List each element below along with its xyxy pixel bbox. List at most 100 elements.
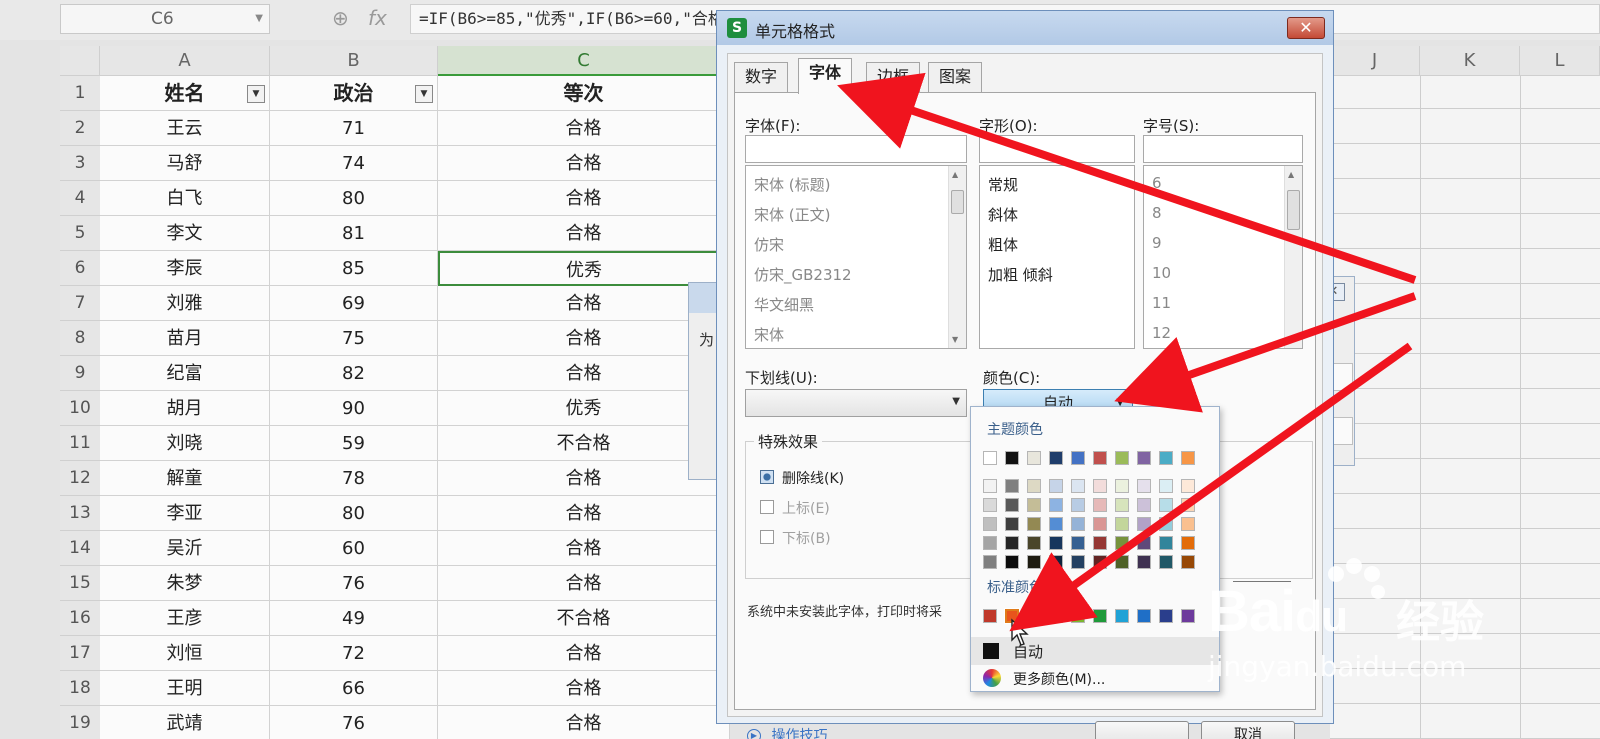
filter-dropdown-icon[interactable]: ▼ [415,85,433,103]
grade-cell[interactable]: 合格 [438,181,730,216]
column-header-a[interactable]: A [100,46,270,76]
row-number[interactable]: 16 [60,601,100,636]
grade-cell[interactable]: 合格 [438,531,730,566]
theme-shade-swatch[interactable] [1027,479,1041,493]
name-cell[interactable]: 王彦 [100,601,270,636]
theme-shade-swatch[interactable] [1071,517,1085,531]
list-item[interactable]: 仿宋 [754,234,784,255]
select-all-corner[interactable] [60,46,100,76]
name-cell[interactable]: 刘晓 [100,426,270,461]
row-number[interactable]: 9 [60,356,100,391]
name-box[interactable]: C6 ▼ [60,4,270,34]
row-number[interactable]: 7 [60,286,100,321]
tab-font[interactable]: 字体 [798,58,853,94]
score-cell[interactable]: 76 [270,566,438,601]
subscript-checkbox[interactable] [760,530,774,544]
list-item[interactable]: 6 [1152,174,1162,192]
theme-shade-swatch[interactable] [1159,517,1173,531]
theme-color-swatch[interactable] [983,451,997,465]
tab-pattern[interactable]: 图案 [928,62,983,92]
score-cell[interactable]: 76 [270,706,438,739]
name-cell[interactable]: 纪富 [100,356,270,391]
theme-shade-swatch[interactable] [1071,479,1085,493]
theme-shade-swatch[interactable] [1027,517,1041,531]
ok-button[interactable] [1095,721,1189,739]
font-list-scrollbar[interactable]: ▲ ▼ [948,166,966,348]
auto-color-option[interactable]: 自动 [971,637,1219,665]
theme-shade-swatch[interactable] [1071,555,1085,569]
list-item[interactable]: 11 [1152,294,1171,312]
list-item[interactable]: 宋体 [754,324,784,345]
strikethrough-checkbox[interactable] [760,470,774,484]
tab-border[interactable]: 边框 [866,62,921,92]
scrollbar-thumb[interactable] [951,190,964,214]
theme-shade-swatch[interactable] [1027,536,1041,550]
theme-shade-swatch[interactable] [1137,498,1151,512]
theme-shade-swatch[interactable] [1005,479,1019,493]
column-header-b[interactable]: B [270,46,438,76]
score-cell[interactable]: 81 [270,216,438,251]
score-cell[interactable]: 72 [270,636,438,671]
score-cell[interactable]: 80 [270,181,438,216]
column-header-l[interactable]: L [1520,46,1600,76]
size-input[interactable] [1143,135,1303,163]
standard-color-swatch[interactable] [1115,609,1129,623]
more-colors-option[interactable]: 更多颜色(M)... [971,667,1219,691]
theme-shade-swatch[interactable] [1181,498,1195,512]
list-item[interactable]: 宋体 (正文) [754,204,830,225]
style-input[interactable] [979,135,1135,163]
theme-shade-swatch[interactable] [1049,498,1063,512]
grade-cell[interactable]: 合格 [438,461,730,496]
theme-shade-swatch[interactable] [1137,479,1151,493]
grade-cell[interactable]: 不合格 [438,426,730,461]
row-number[interactable]: 12 [60,461,100,496]
underline-dropdown[interactable]: ▼ [745,389,967,417]
score-cell[interactable]: 80 [270,496,438,531]
scroll-up-icon[interactable]: ▲ [1288,170,1294,179]
score-cell[interactable]: 71 [270,111,438,146]
table-cell[interactable]: 政治 ▼ [270,76,438,111]
scrollbar-thumb[interactable] [1287,190,1300,230]
theme-shade-swatch[interactable] [1027,555,1041,569]
table-cell[interactable]: 姓名 ▼ [100,76,270,111]
theme-color-swatch[interactable] [1093,451,1107,465]
fx-icon[interactable]: fx [368,6,387,30]
standard-color-swatch[interactable] [1137,609,1151,623]
theme-shade-swatch[interactable] [983,536,997,550]
score-cell[interactable]: 69 [270,286,438,321]
list-item[interactable]: 粗体 [988,234,1018,255]
grade-cell[interactable]: 优秀 [438,251,730,286]
scroll-down-icon[interactable]: ▼ [1288,335,1294,344]
theme-shade-swatch[interactable] [1115,517,1129,531]
filter-dropdown-icon[interactable]: ▼ [247,85,265,103]
theme-shade-swatch[interactable] [1071,536,1085,550]
theme-color-swatch[interactable] [1115,451,1129,465]
row-number[interactable]: 14 [60,531,100,566]
score-cell[interactable]: 59 [270,426,438,461]
list-item[interactable]: 9 [1152,234,1162,252]
theme-shade-swatch[interactable] [1049,479,1063,493]
theme-shade-swatch[interactable] [1093,517,1107,531]
theme-color-swatch[interactable] [1181,451,1195,465]
name-cell[interactable]: 李亚 [100,496,270,531]
list-item[interactable]: 斜体 [988,204,1018,225]
theme-color-swatch[interactable] [1071,451,1085,465]
list-item[interactable]: 华文细黑 [754,294,814,315]
theme-shade-swatch[interactable] [1071,498,1085,512]
name-cell[interactable]: 白飞 [100,181,270,216]
name-cell[interactable]: 李辰 [100,251,270,286]
theme-shade-swatch[interactable] [1181,517,1195,531]
name-cell[interactable]: 解童 [100,461,270,496]
theme-shade-swatch[interactable] [1005,555,1019,569]
row-number[interactable]: 5 [60,216,100,251]
theme-color-swatch[interactable] [1137,451,1151,465]
grade-cell[interactable]: 优秀 [438,391,730,426]
score-cell[interactable]: 90 [270,391,438,426]
score-cell[interactable]: 60 [270,531,438,566]
grade-cell[interactable]: 合格 [438,671,730,706]
name-cell[interactable]: 马舒 [100,146,270,181]
tips-link[interactable]: ▶ 操作技巧 [747,725,827,739]
name-cell[interactable]: 朱梦 [100,566,270,601]
list-item[interactable]: 12 [1152,324,1171,342]
theme-shade-swatch[interactable] [1159,536,1173,550]
